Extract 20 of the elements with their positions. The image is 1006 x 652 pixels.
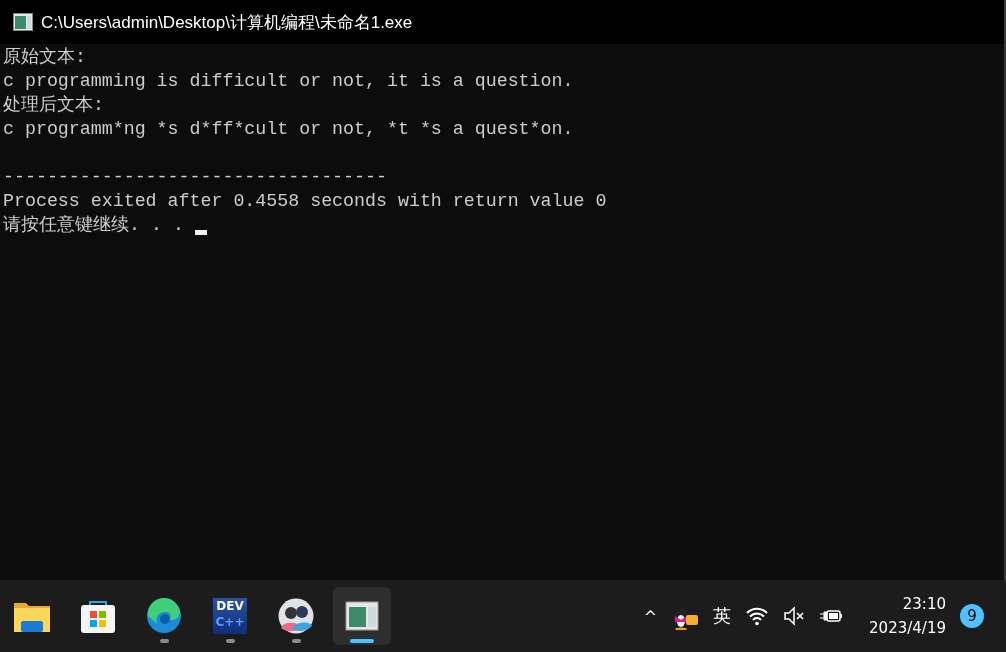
- wifi-icon[interactable]: [745, 606, 770, 626]
- notification-badge[interactable]: 9: [960, 604, 984, 628]
- ide-logo-icon[interactable]: DEV C++: [213, 598, 247, 634]
- clock[interactable]: 23:10 2023/4/19: [869, 592, 946, 640]
- show-hidden-icons-button[interactable]: ^: [643, 606, 658, 626]
- browser-wave-icon[interactable]: [146, 598, 182, 634]
- console-line: c programming is difficult or not, it is a question.: [3, 70, 574, 93]
- console-line: Process exited after 0.4558 seconds with return value 0: [3, 190, 607, 213]
- console-line: -----------------------------------: [3, 166, 387, 189]
- store-bag-icon[interactable]: [80, 598, 116, 634]
- console-line: c programm*ng *s d*ff*cult or not, *t *s a quest*on.: [3, 118, 574, 141]
- console-line: 处理后文本:: [3, 94, 104, 117]
- input-method-indicator[interactable]: 英: [713, 604, 732, 628]
- people-icon[interactable]: [278, 598, 314, 634]
- console-window-icon[interactable]: [345, 601, 379, 631]
- window-title: C:\Users\admin\Desktop\计算机编程\未命名1.exe: [41, 11, 413, 34]
- console-line: 原始文本:: [3, 46, 86, 69]
- console-line: 请按任意键继续. . .: [3, 214, 185, 237]
- speaker-muted-icon[interactable]: [783, 606, 806, 626]
- console-window-icon: [13, 13, 33, 31]
